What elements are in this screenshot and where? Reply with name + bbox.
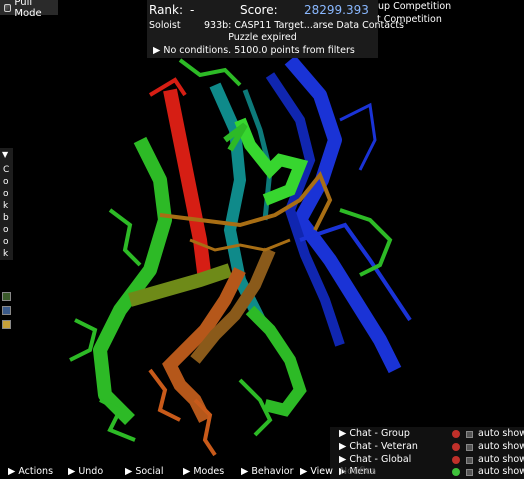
cookbook-letter: C	[3, 165, 10, 175]
recipe-icon[interactable]	[2, 292, 11, 301]
expand-triangle-icon: ▶	[153, 45, 161, 56]
status-light-icon	[452, 456, 460, 464]
cookbook-letter: o	[3, 177, 9, 187]
filter-toggle[interactable]: ▶ No conditions. 5100.0 points from filt…	[153, 45, 355, 56]
status-light-icon	[452, 443, 460, 451]
chat-group-toggle[interactable]: ▶ Chat - Group	[339, 428, 410, 439]
bottom-menu-bar: ▶ Actions ▶ Undo ▶ Social ▶ Modes ▶ Beha…	[0, 465, 524, 479]
rank-value: -	[190, 3, 195, 17]
global-competition-label[interactable]: t Competition	[377, 14, 442, 25]
auto-show-label: auto show	[478, 454, 524, 465]
menu-social[interactable]: ▶ Social	[125, 466, 164, 477]
cookbook-tab[interactable]: ▼ C o o k b o o k	[0, 148, 13, 260]
puzzle-title: 933b: CASP11 Target...arse Data Contacts	[204, 20, 404, 31]
group-competition-label[interactable]: up Competition	[378, 1, 451, 12]
cookbook-letter: o	[3, 225, 9, 235]
puzzle-status: Puzzle expired	[228, 32, 297, 43]
pull-mode-button[interactable]: Pull Mode	[0, 0, 58, 19]
chat-row-group: ▶ Chat - Group auto show	[330, 428, 524, 441]
score-label: Score:	[240, 3, 278, 17]
cookbook-letter: k	[3, 201, 9, 211]
notes-icon[interactable]	[2, 320, 11, 329]
pull-mode-icon	[4, 3, 12, 12]
auto-show-checkbox[interactable]	[466, 431, 473, 438]
status-light-icon	[452, 430, 460, 438]
collapse-triangle-icon: ▼	[2, 150, 9, 159]
auto-show-checkbox[interactable]	[466, 444, 473, 451]
auto-show-checkbox[interactable]	[466, 457, 473, 464]
chat-global-toggle[interactable]: ▶ Chat - Global	[339, 454, 411, 465]
cookbook-letter: o	[3, 189, 9, 199]
pull-mode-label: Pull Mode	[14, 0, 42, 19]
auto-show-label: auto show	[478, 441, 524, 452]
notifications-label: Notifica	[340, 466, 377, 477]
cookbook-letter: b	[3, 213, 9, 223]
menu-modes[interactable]: ▶ Modes	[183, 466, 224, 477]
chat-row-veteran: ▶ Chat - Veteran auto show	[330, 441, 524, 454]
menu-view[interactable]: ▶ View	[300, 466, 333, 477]
score-panel: Rank: - Score: 28299.393 Soloist 933b: C…	[147, 0, 404, 58]
chat-veteran-toggle[interactable]: ▶ Chat - Veteran	[339, 441, 418, 452]
auto-show-label: auto show	[478, 428, 524, 439]
cookbook-letter: o	[3, 237, 9, 247]
menu-behavior[interactable]: ▶ Behavior	[241, 466, 294, 477]
filter-text: No conditions. 5100.0 points from filter…	[163, 45, 355, 56]
play-mode: Soloist	[149, 20, 181, 31]
rank-label: Rank:	[149, 3, 184, 17]
cookbook-letter: k	[3, 249, 9, 259]
protein-viewport[interactable]	[0, 0, 524, 479]
menu-undo[interactable]: ▶ Undo	[68, 466, 103, 477]
score-value: 28299.393	[304, 3, 369, 17]
save-icon[interactable]	[2, 306, 11, 315]
menu-actions[interactable]: ▶ Actions	[8, 466, 53, 477]
